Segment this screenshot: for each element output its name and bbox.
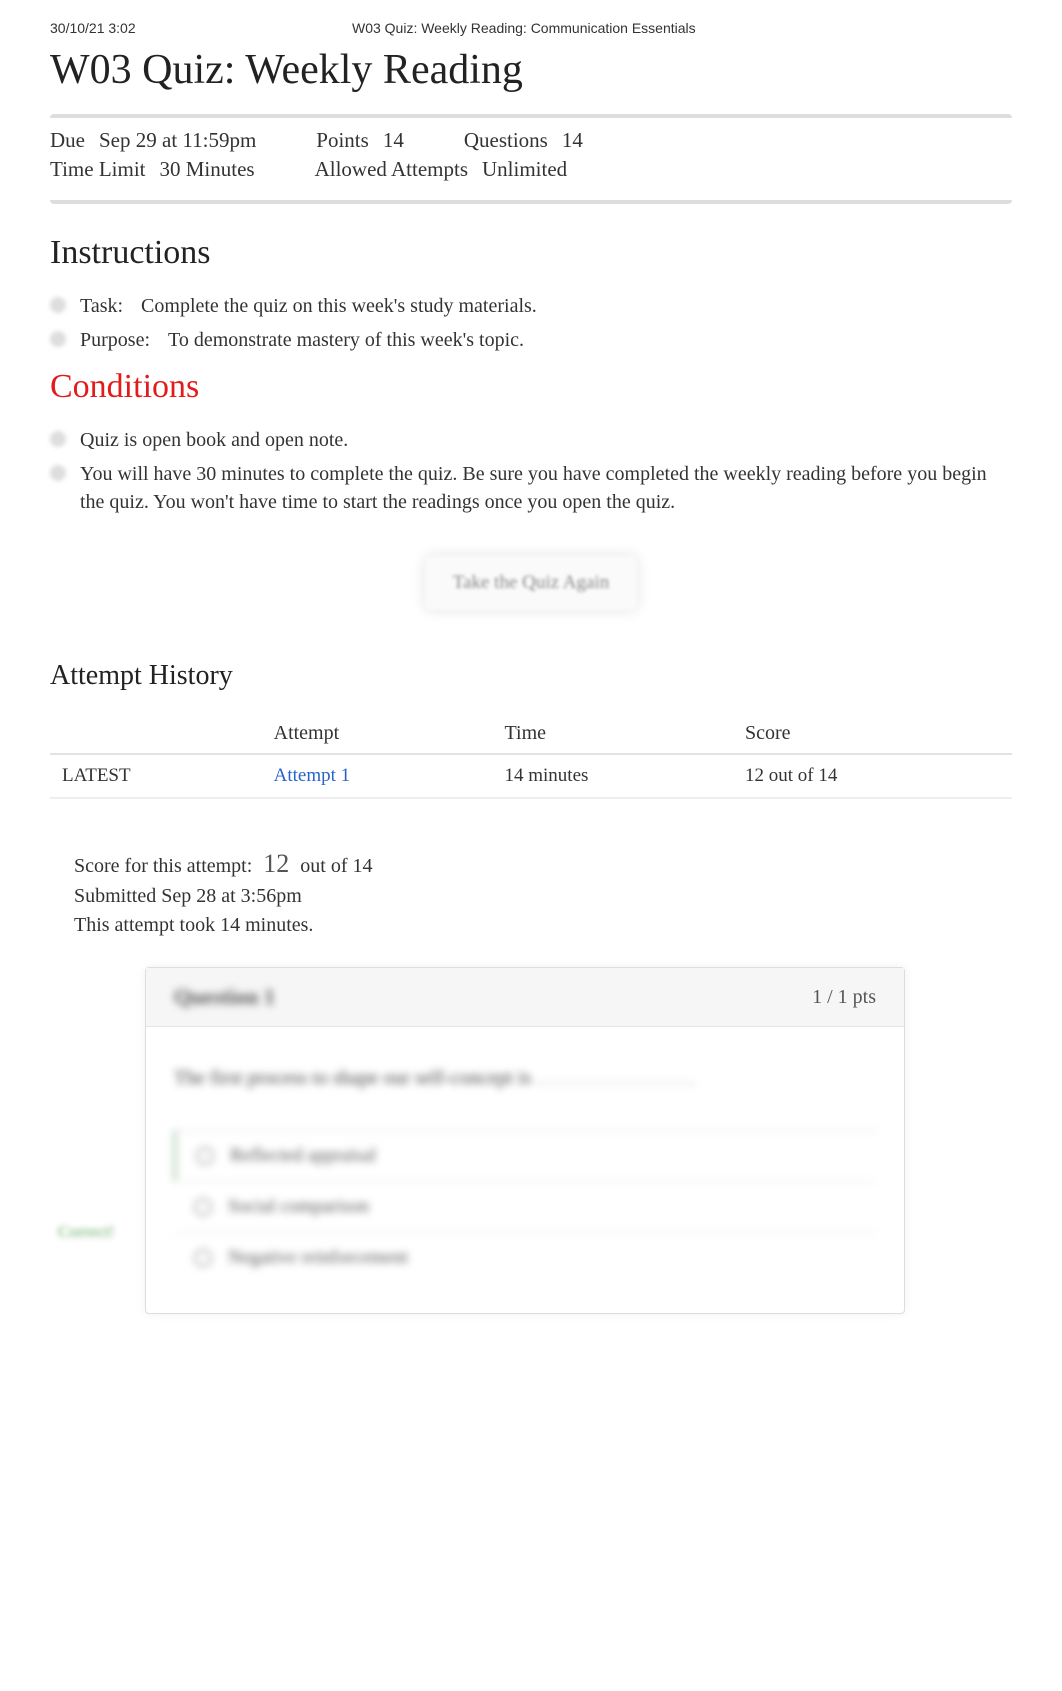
attempt-link[interactable]: Attempt 1 [274, 765, 351, 786]
timelimit-value: 30 Minutes [160, 157, 255, 182]
attempt-history-heading: Attempt History [50, 660, 1012, 692]
attempts-value: Unlimited [482, 157, 567, 182]
question-title: Question 1 [174, 984, 275, 1010]
list-item: Task: Complete the quiz on this week's s… [50, 292, 1012, 320]
question-points: 1 / 1 pts [812, 986, 876, 1009]
li-label: Purpose: [80, 326, 150, 354]
li-label: Task: [80, 292, 123, 320]
timelimit-item: Time Limit 30 Minutes [50, 157, 255, 182]
question-prompt: The first process to shape our self-conc… [174, 1067, 531, 1089]
conditions-list: Quiz is open book and open note. You wil… [50, 426, 1012, 516]
answer-row-correct: Reflected appraisal [174, 1130, 876, 1181]
attempts-item: Allowed Attempts Unlimited [315, 157, 568, 182]
document-title: W03 Quiz: Weekly Reading: Communication … [36, 20, 1012, 36]
score-suffix: out of 14 [300, 855, 372, 877]
bullet-icon [50, 431, 66, 447]
points-value: 14 [383, 128, 404, 153]
attempt-cell: Attempt 1 [262, 754, 493, 798]
table-col-score: Score [733, 714, 1012, 754]
fill-blank-icon [536, 1083, 696, 1084]
attempt-history-table: Attempt Time Score LATEST Attempt 1 14 m… [50, 714, 1012, 799]
quiz-meta-bar: Due Sep 29 at 11:59pm Points 14 Question… [50, 114, 1012, 204]
answer-text: Social comparison [228, 1196, 369, 1218]
score-line: Score for this attempt: 12 out of 14 [74, 849, 1012, 879]
answer-row: Negative reinforcement [174, 1232, 876, 1283]
print-header: 30/10/21 3:02 W03 Quiz: Weekly Reading: … [50, 20, 1012, 36]
score-value: 12 [263, 849, 289, 878]
table-col-attempt: Attempt [262, 714, 493, 754]
answer-text: Reflected appraisal [230, 1145, 376, 1167]
page-title: W03 Quiz: Weekly Reading [50, 46, 1012, 94]
answer-text: Negative reinforcement [228, 1247, 408, 1269]
took-line: This attempt took 14 minutes. [74, 914, 1012, 937]
question-text: The first process to shape our self-conc… [174, 1067, 876, 1090]
points-label: Points [316, 128, 369, 153]
due-label: Due [50, 128, 85, 153]
bullet-icon [50, 331, 66, 347]
question-header: Question 1 1 / 1 pts [146, 968, 904, 1027]
list-item: Quiz is open book and open note. [50, 426, 1012, 454]
table-col-blank [50, 714, 262, 754]
li-text: Complete the quiz on this week's study m… [141, 292, 537, 320]
bullet-icon [50, 297, 66, 313]
table-col-time: Time [493, 714, 734, 754]
conditions-heading: Conditions [50, 368, 1012, 406]
list-item: You will have 30 minutes to complete the… [50, 460, 1012, 516]
instructions-heading: Instructions [50, 234, 1012, 272]
li-text: To demonstrate mastery of this week's to… [168, 326, 524, 354]
bullet-icon [50, 465, 66, 481]
timelimit-label: Time Limit [50, 157, 146, 182]
due-item: Due Sep 29 at 11:59pm [50, 128, 256, 153]
radio-icon [194, 1198, 212, 1216]
questions-item: Questions 14 [464, 128, 583, 153]
latest-cell: LATEST [50, 754, 262, 798]
question-card: Correct! Question 1 1 / 1 pts The first … [145, 967, 905, 1314]
questions-label: Questions [464, 128, 548, 153]
score-cell: 12 out of 14 [733, 754, 1012, 798]
take-again-wrap: Take the Quiz Again [50, 556, 1012, 610]
attempts-label: Allowed Attempts [315, 157, 468, 182]
radio-icon [194, 1249, 212, 1267]
submitted-line: Submitted Sep 28 at 3:56pm [74, 885, 1012, 908]
question-body: The first process to shape our self-conc… [146, 1027, 904, 1313]
table-row: LATEST Attempt 1 14 minutes 12 out of 14 [50, 754, 1012, 798]
answer-row: Social comparison [174, 1181, 876, 1232]
radio-icon [196, 1147, 214, 1165]
score-label: Score for this attempt: [74, 855, 252, 877]
time-cell: 14 minutes [493, 754, 734, 798]
list-item: Purpose: To demonstrate mastery of this … [50, 326, 1012, 354]
due-value: Sep 29 at 11:59pm [99, 128, 256, 153]
take-quiz-again-button[interactable]: Take the Quiz Again [425, 556, 637, 610]
li-text: You will have 30 minutes to complete the… [80, 460, 1012, 516]
questions-value: 14 [562, 128, 583, 153]
li-text: Quiz is open book and open note. [80, 426, 348, 454]
instructions-list: Task: Complete the quiz on this week's s… [50, 292, 1012, 354]
score-section: Score for this attempt: 12 out of 14 Sub… [50, 849, 1012, 937]
points-item: Points 14 [316, 128, 404, 153]
correct-badge: Correct! [58, 1222, 115, 1242]
